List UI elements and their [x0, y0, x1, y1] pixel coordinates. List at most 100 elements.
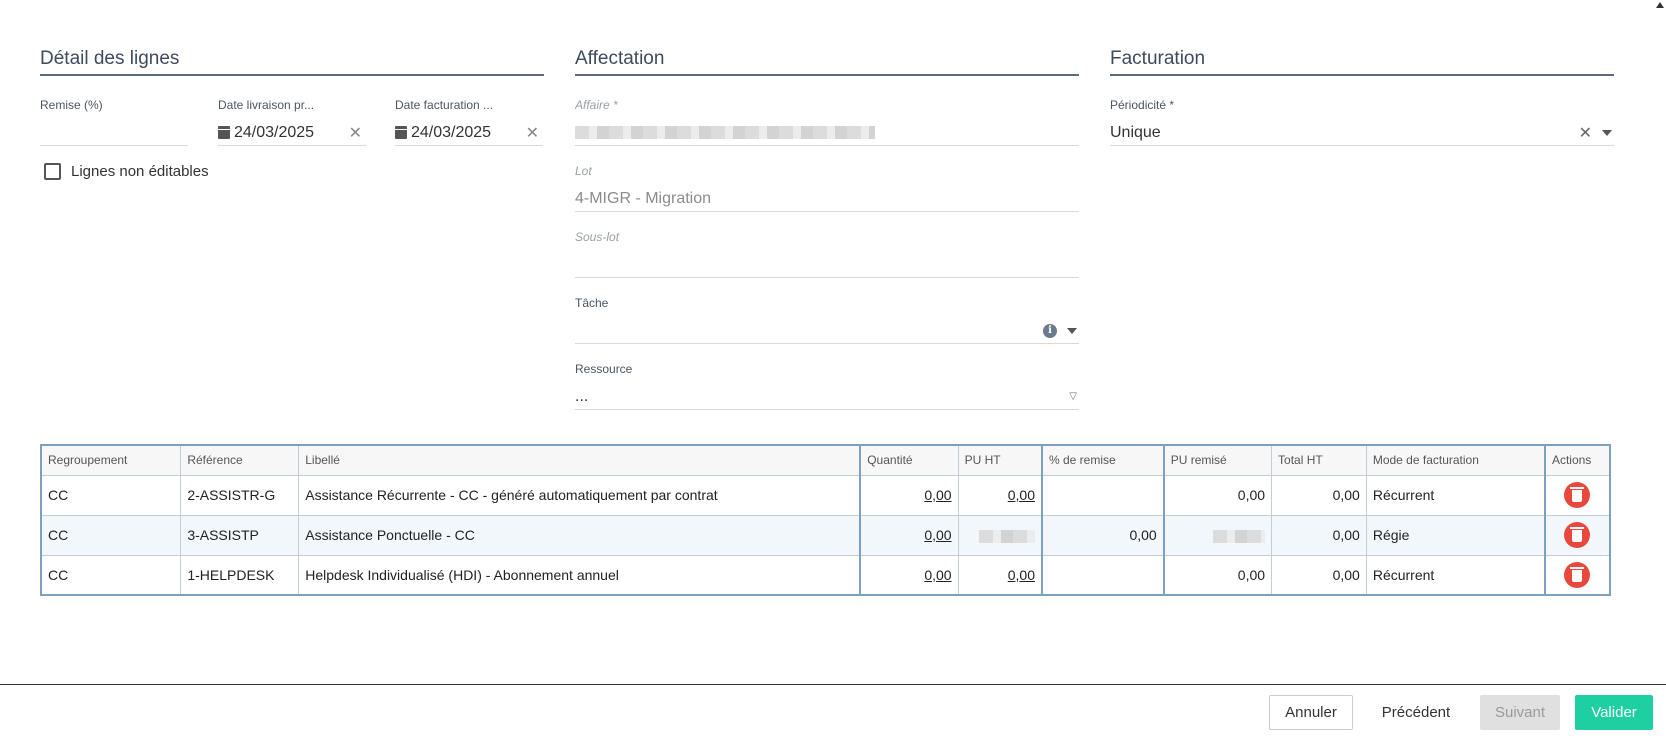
section-lines-detail: Détail des lignes: [40, 48, 544, 76]
lot-label: Lot: [575, 164, 592, 178]
cell-group: CC: [41, 515, 182, 556]
col-header-pu-ht[interactable]: PU HT: [957, 444, 1043, 476]
billing-date-field[interactable]: Date facturation ... 24/03/2025 ✕: [395, 98, 543, 148]
cell-total: 0,00: [1271, 475, 1367, 516]
table-header-row: Regroupement Référence Libellé Quantité …: [40, 444, 1611, 476]
redacted-value: [575, 126, 875, 139]
chevron-down-outline-icon[interactable]: ▽: [1069, 391, 1079, 402]
lot-field: Lot 4-MIGR - Migration: [575, 164, 1079, 214]
cell-total: 0,00: [1271, 515, 1367, 556]
periodicity-label: Périodicité *: [1110, 98, 1175, 112]
billing-date-label: Date facturation ...: [395, 98, 494, 112]
redacted-value: [1213, 529, 1266, 543]
cell-actions: [1544, 515, 1611, 556]
next-button: Suivant: [1480, 695, 1560, 730]
cell-billing-mode: Régie: [1366, 515, 1546, 556]
clear-delivery-date-icon[interactable]: ✕: [349, 123, 366, 143]
scroll-up-arrow-icon[interactable]: [1656, 2, 1664, 8]
cell-quantity[interactable]: 0,00: [860, 555, 959, 596]
section-assignment: Affectation: [575, 48, 1079, 76]
previous-button[interactable]: Précédent: [1370, 695, 1462, 730]
delete-row-button[interactable]: [1564, 482, 1591, 508]
col-header-libelle[interactable]: Libellé: [298, 444, 862, 476]
periodicity-field[interactable]: Périodicité * Unique ✕: [1110, 98, 1614, 148]
cell-actions: [1544, 475, 1611, 516]
lot-value: 4-MIGR - Migration: [575, 189, 712, 207]
discount-label: Remise (%): [40, 98, 103, 112]
delete-row-button[interactable]: [1564, 522, 1591, 548]
sous-lot-input: [575, 252, 1079, 278]
cell-unit-price[interactable]: 0,00: [958, 555, 1043, 596]
sous-lot-label: Sous-lot: [575, 230, 620, 244]
cell-reference: 3-ASSISTP: [180, 515, 300, 556]
delete-row-button[interactable]: [1564, 561, 1591, 588]
discount-input[interactable]: [40, 120, 188, 146]
affaire-field[interactable]: Affaire *: [575, 98, 1079, 148]
redacted-value: [979, 529, 1035, 543]
periodicity-value: Unique: [1110, 123, 1161, 141]
cell-discount[interactable]: 0,00: [1042, 515, 1165, 556]
cell-billing-mode: Récurrent: [1366, 555, 1546, 596]
cell-total: 0,00: [1271, 555, 1367, 596]
lines-table: Regroupement Référence Libellé Quantité …: [40, 444, 1611, 596]
calendar-icon[interactable]: [218, 126, 230, 139]
tache-label: Tâche: [575, 296, 609, 310]
non-editable-lines-label: Lignes non éditables: [71, 163, 209, 180]
ressource-value: ...: [575, 387, 589, 405]
table-row[interactable]: CC 3-ASSISTP Assistance Ponctuelle - CC …: [41, 515, 1611, 556]
col-header-quantite[interactable]: Quantité: [859, 444, 959, 476]
info-icon[interactable]: i: [1043, 323, 1057, 338]
cancel-button[interactable]: Annuler: [1269, 695, 1353, 730]
cell-discounted-price: 0,00: [1163, 475, 1273, 516]
col-header-total-ht[interactable]: Total HT: [1271, 444, 1367, 476]
clear-periodicity-icon[interactable]: ✕: [1579, 123, 1592, 143]
discount-field[interactable]: Remise (%): [40, 98, 188, 148]
table-row[interactable]: CC 1-HELPDESK Helpdesk Individualisé (HD…: [41, 555, 1611, 596]
cell-group: CC: [41, 475, 182, 516]
cell-label: Helpdesk Individualisé (HDI) - Abonnemen…: [298, 555, 862, 596]
section-title-lines: Détail des lignes: [40, 48, 544, 76]
col-header-pu-remise[interactable]: PU remisé: [1163, 444, 1273, 476]
cell-group: CC: [41, 555, 182, 596]
non-editable-lines-checkbox-row[interactable]: Lignes non éditables: [44, 163, 209, 180]
cell-discounted-price: 0,00: [1163, 555, 1273, 596]
table-row[interactable]: CC 2-ASSISTR-G Assistance Récurrente - C…: [41, 475, 1611, 516]
clear-billing-date-icon[interactable]: ✕: [526, 123, 543, 143]
delivery-date-field[interactable]: Date livraison pr... 24/03/2025 ✕: [218, 98, 366, 148]
tache-field[interactable]: Tâche i: [575, 296, 1079, 346]
ressource-select[interactable]: ... ▽: [575, 384, 1079, 410]
delivery-date-label: Date livraison pr...: [218, 98, 315, 112]
periodicity-select[interactable]: Unique ✕: [1110, 120, 1614, 146]
col-header-remise[interactable]: % de remise: [1041, 444, 1165, 476]
cell-reference: 2-ASSISTR-G: [180, 475, 300, 516]
cell-discount: [1042, 555, 1165, 596]
validate-button[interactable]: Valider: [1575, 695, 1653, 730]
ressource-label: Ressource: [575, 362, 633, 376]
billing-date-value: 24/03/2025: [411, 123, 492, 141]
cell-quantity[interactable]: 0,00: [860, 475, 959, 516]
ressource-field[interactable]: Ressource ... ▽: [575, 362, 1079, 412]
chevron-down-icon[interactable]: [1602, 129, 1612, 136]
col-header-mode-facturation[interactable]: Mode de facturation: [1365, 444, 1546, 476]
col-header-reference[interactable]: Référence: [180, 444, 300, 476]
footer-bar: Annuler Précédent Suivant Valider: [0, 684, 1666, 738]
cell-reference: 1-HELPDESK: [180, 555, 300, 596]
calendar-icon[interactable]: [395, 126, 407, 139]
cell-billing-mode: Récurrent: [1366, 475, 1546, 516]
cell-discounted-price: [1163, 515, 1273, 556]
cell-actions: [1544, 555, 1611, 596]
delivery-date-value: 24/03/2025: [234, 123, 315, 141]
delivery-date-input[interactable]: 24/03/2025 ✕: [218, 120, 366, 146]
cell-quantity[interactable]: 0,00: [860, 515, 959, 556]
col-header-regroupement[interactable]: Regroupement: [40, 444, 182, 476]
cell-unit-price[interactable]: 0,00: [958, 475, 1043, 516]
chevron-down-icon[interactable]: [1067, 327, 1077, 334]
section-billing: Facturation: [1110, 48, 1614, 76]
cell-unit-price[interactable]: [958, 515, 1043, 556]
tache-select[interactable]: i: [575, 318, 1079, 344]
section-title-assignment: Affectation: [575, 48, 1079, 76]
non-editable-lines-checkbox[interactable]: [44, 163, 61, 180]
billing-date-input[interactable]: 24/03/2025 ✕: [395, 120, 543, 146]
cell-label: Assistance Ponctuelle - CC: [298, 515, 862, 556]
section-title-billing: Facturation: [1110, 48, 1614, 76]
